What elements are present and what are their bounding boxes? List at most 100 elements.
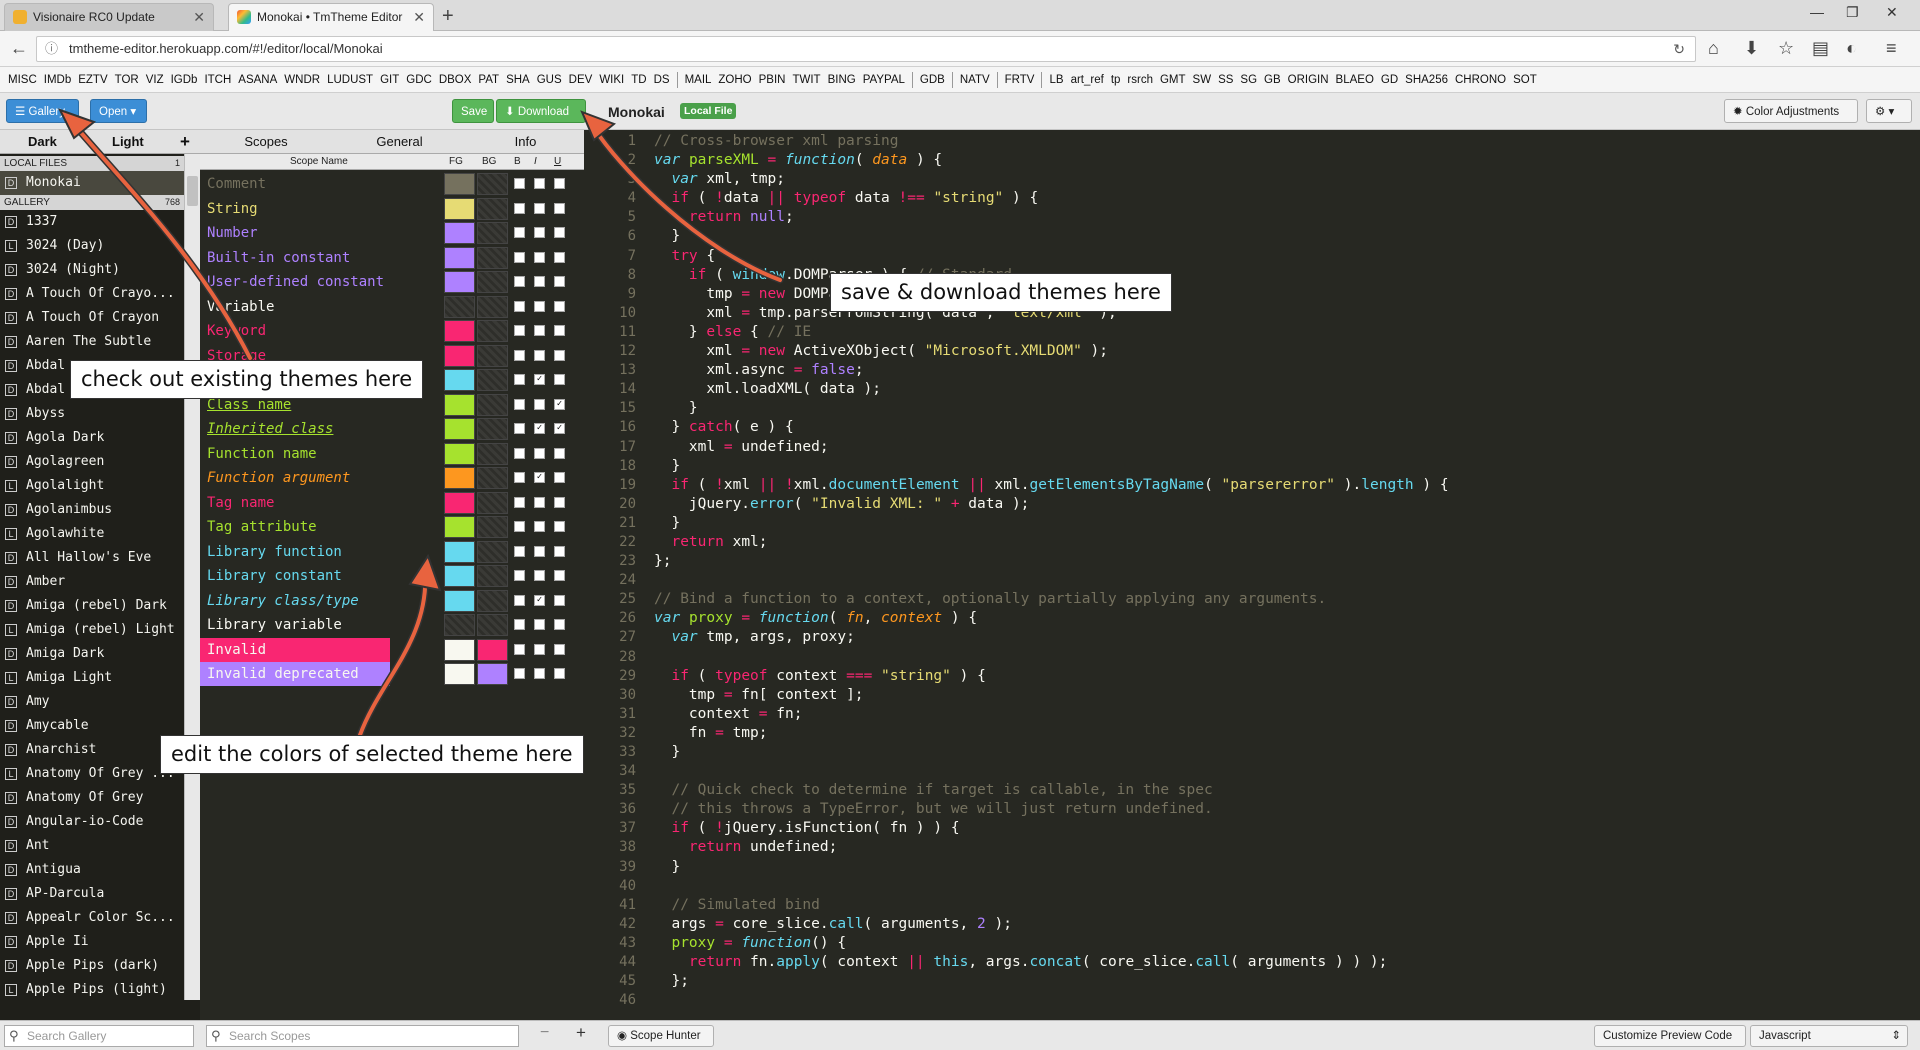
bookmark-item[interactable]: WNDR (284, 74, 320, 86)
remove-scope-button[interactable]: − (540, 1024, 549, 1042)
gallery-theme-item[interactable]: D Amiga (rebel) Dark (0, 594, 184, 618)
gallery-theme-item[interactable]: D Abyss (0, 402, 184, 426)
scope-row[interactable]: Tag attribute (200, 515, 584, 539)
bold-checkbox[interactable] (514, 447, 525, 459)
bg-color-swatch[interactable] (477, 491, 508, 514)
bg-color-swatch[interactable] (477, 589, 508, 612)
underline-checkbox[interactable] (554, 374, 565, 385)
close-icon[interactable]: ✕ (413, 4, 425, 30)
close-icon[interactable]: ✕ (193, 4, 205, 30)
underline-checkbox[interactable] (554, 619, 565, 630)
bookmark-item[interactable]: PBIN (759, 74, 786, 86)
tab-light[interactable]: Light (112, 130, 144, 154)
italic-checkbox[interactable]: ✓ (534, 374, 545, 385)
bold-checkbox[interactable] (514, 521, 525, 532)
italic-checkbox[interactable]: ✓ (534, 423, 545, 434)
gallery-theme-item[interactable]: D 1337 (0, 210, 184, 234)
bookmark-item[interactable]: GD (1381, 74, 1398, 86)
menu-icon[interactable]: ≡ (1886, 39, 1897, 57)
bookmark-item[interactable]: DEV (569, 74, 593, 86)
underline-checkbox[interactable] (554, 570, 565, 581)
bg-color-swatch[interactable] (477, 197, 508, 220)
gallery-theme-item[interactable]: L Agolalight (0, 474, 184, 498)
code-text[interactable]: // Cross-browser xml parsing var parseXM… (654, 132, 1914, 1020)
italic-checkbox[interactable] (534, 521, 545, 532)
gallery-scrollbar[interactable] (184, 154, 200, 1000)
bg-color-swatch[interactable] (477, 295, 508, 318)
gallery-theme-item[interactable]: D Agolanimbus (0, 498, 184, 522)
bold-checkbox[interactable] (514, 472, 525, 483)
bg-color-swatch[interactable] (477, 540, 508, 563)
fg-color-swatch[interactable] (444, 467, 475, 489)
bookmark-item[interactable]: SHA (506, 74, 530, 86)
scope-row[interactable]: Built-in constant (200, 246, 584, 270)
scope-row[interactable]: Library class/type ✓ (200, 589, 584, 613)
settings-button[interactable]: ⚙ ▾ (1866, 99, 1912, 123)
bookmark-item[interactable]: VIZ (146, 74, 164, 86)
gallery-theme-item[interactable]: D A Touch Of Crayon (0, 306, 184, 330)
gallery-theme-item[interactable]: D Agolagreen (0, 450, 184, 474)
tab-scopes[interactable]: Scopes (200, 130, 332, 154)
italic-checkbox[interactable]: ✓ (534, 472, 545, 483)
fg-color-swatch[interactable] (444, 589, 475, 612)
bookmark-item[interactable]: TD (631, 74, 646, 86)
underline-checkbox[interactable] (554, 251, 565, 263)
browser-tab-monokai[interactable]: Monokai • TmTheme Editor ✕ (228, 3, 434, 31)
bold-checkbox[interactable] (514, 325, 525, 336)
gallery-theme-item[interactable]: L Amiga Light (0, 666, 184, 690)
bookmark-item[interactable]: ORIGIN (1288, 74, 1329, 86)
gallery-theme-item[interactable]: D AP-Darcula (0, 882, 184, 906)
bg-color-swatch[interactable] (477, 369, 508, 391)
italic-checkbox[interactable] (534, 643, 545, 655)
bold-checkbox[interactable] (514, 398, 525, 410)
gallery-theme-item[interactable]: D 3024 (Night) (0, 258, 184, 282)
italic-checkbox[interactable] (534, 349, 545, 361)
bg-color-swatch[interactable] (477, 320, 508, 342)
scope-row[interactable]: Library variable (200, 613, 584, 637)
fg-color-swatch[interactable] (444, 614, 475, 636)
bookmark-item[interactable]: art_ref (1071, 74, 1104, 86)
bookmark-item[interactable]: SOT (1513, 74, 1537, 86)
gallery-theme-item[interactable]: D A Touch Of Crayo... (0, 282, 184, 306)
gallery-theme-item[interactable]: D Antigua (0, 858, 184, 882)
bookmark-item[interactable]: DBOX (439, 74, 472, 86)
gallery-theme-item[interactable]: D Aaren The Subtle (0, 330, 184, 354)
underline-checkbox[interactable] (554, 349, 565, 361)
bold-checkbox[interactable] (514, 374, 525, 385)
add-scope-button[interactable]: + (576, 1023, 586, 1043)
gallery-theme-item[interactable]: D Amiga Dark (0, 642, 184, 666)
bookmark-item[interactable]: ASANA (238, 74, 277, 86)
browser-tab-visionaire[interactable]: Visionaire RC0 Update ✕ (4, 3, 214, 31)
bold-checkbox[interactable] (514, 349, 525, 361)
scope-row[interactable]: Library function (200, 540, 584, 564)
bookmark-item[interactable]: TOR (115, 74, 139, 86)
gallery-theme-item[interactable]: D Amycable (0, 714, 184, 738)
scope-row[interactable]: String (200, 197, 584, 221)
reload-icon[interactable]: ↻ (1673, 37, 1685, 61)
open-button[interactable]: Open ▾ (90, 99, 147, 123)
scope-hunter-button[interactable]: ◉ Scope Hunter (608, 1025, 714, 1047)
new-tab-button[interactable]: + (442, 4, 454, 28)
search-scopes-input[interactable]: ⚲ Search Scopes (206, 1025, 519, 1047)
bg-color-swatch[interactable] (477, 393, 508, 416)
scope-row[interactable]: Invalid deprecated (200, 662, 584, 686)
tab-info[interactable]: Info (467, 130, 584, 154)
scrollbar-thumb[interactable] (187, 176, 198, 206)
fg-color-swatch[interactable] (444, 344, 475, 367)
bookmark-item[interactable]: SG (1240, 74, 1257, 86)
fg-color-swatch[interactable] (444, 320, 475, 342)
gallery-theme-item[interactable]: D Anarchist (0, 738, 184, 762)
bold-checkbox[interactable] (514, 300, 525, 312)
fg-color-swatch[interactable] (444, 540, 475, 563)
italic-checkbox[interactable] (534, 496, 545, 508)
bg-color-swatch[interactable] (477, 663, 508, 685)
gallery-theme-item[interactable]: L Amiga (rebel) Light (0, 618, 184, 642)
bookmark-item[interactable]: WIKI (599, 74, 624, 86)
bookmark-item[interactable]: GB (1264, 74, 1281, 86)
underline-checkbox[interactable] (554, 594, 565, 606)
italic-checkbox[interactable] (534, 325, 545, 336)
bg-color-swatch[interactable] (477, 271, 508, 293)
bookmark-item[interactable]: IMDb (44, 74, 71, 86)
underline-checkbox[interactable] (554, 521, 565, 532)
bookmark-item[interactable]: TWIT (792, 74, 820, 86)
